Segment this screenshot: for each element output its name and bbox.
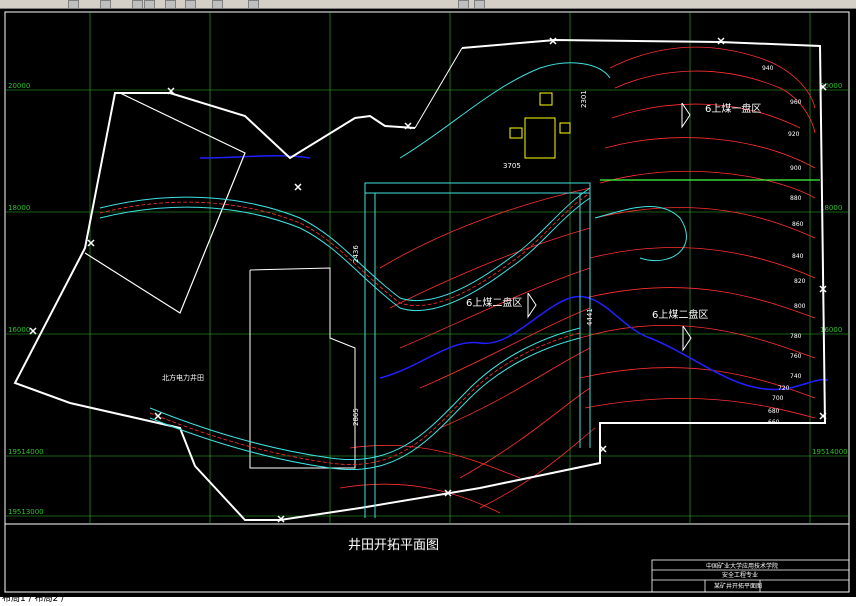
contour-label-700: 700 [772,395,784,402]
dim-4441: 4441 [586,308,594,326]
contour-label-840: 840 [792,253,804,260]
title-block-school: 中国矿业大学应用技术学院 [706,562,778,570]
label-second-panel-left: 6上煤二盘区 [466,296,522,309]
title-block-drawing-name: 某矿井开拓平面图 [714,582,762,590]
label-second-panel-right: 6上煤二盘区 [652,308,708,321]
coordinate-grid [5,12,849,524]
coord-right-4: 19514000 [812,448,848,456]
drawing-title: 井田开拓平面图 [348,538,439,553]
contour-label-820: 820 [794,278,806,285]
coord-left-3: 16000 [8,326,30,334]
label-first-panel: 6上煤一盘区 [705,102,761,115]
contour-label-680: 680 [768,408,780,415]
layout-tabs-label[interactable]: 布局1 / 布局2 / [2,595,64,604]
coord-left-1: 20000 [8,82,30,90]
layout-tabs[interactable]: 布局1 / 布局2 / [0,595,856,606]
shaft-lines [99,192,591,465]
contour-label-800: 800 [794,303,806,310]
dim-2865: 2865 [352,408,360,426]
cad-drawing-canvas[interactable]: 20000 18000 16000 19514000 19513000 2000… [0,8,856,597]
coord-left-2: 18000 [8,204,30,212]
contour-label-940: 940 [762,65,774,72]
contour-label-740: 740 [790,373,802,380]
contour-label-760: 760 [790,353,802,360]
coord-left-5: 19513000 [8,508,44,516]
label-well-field: 北方电力井田 [162,373,204,382]
contour-label-920: 920 [788,131,800,138]
contour-label-900: 900 [790,165,802,172]
contour-label-780: 780 [790,333,802,340]
dim-2301: 2301 [580,90,588,108]
contour-label-720: 720 [778,385,790,392]
contour-label-960: 960 [790,99,802,106]
coord-right-2: 18000 [820,204,842,212]
dim-2436: 2436 [352,245,360,263]
contour-label-880: 880 [790,195,802,202]
contour-label-660: 660 [768,419,780,426]
contour-label-860: 860 [792,221,804,228]
dim-3705: 3705 [503,162,521,170]
coord-left-4: 19514000 [8,448,44,456]
industrial-site [509,92,571,159]
contour-lines [339,46,816,514]
title-block-major: 安全工程专业 [722,571,758,579]
